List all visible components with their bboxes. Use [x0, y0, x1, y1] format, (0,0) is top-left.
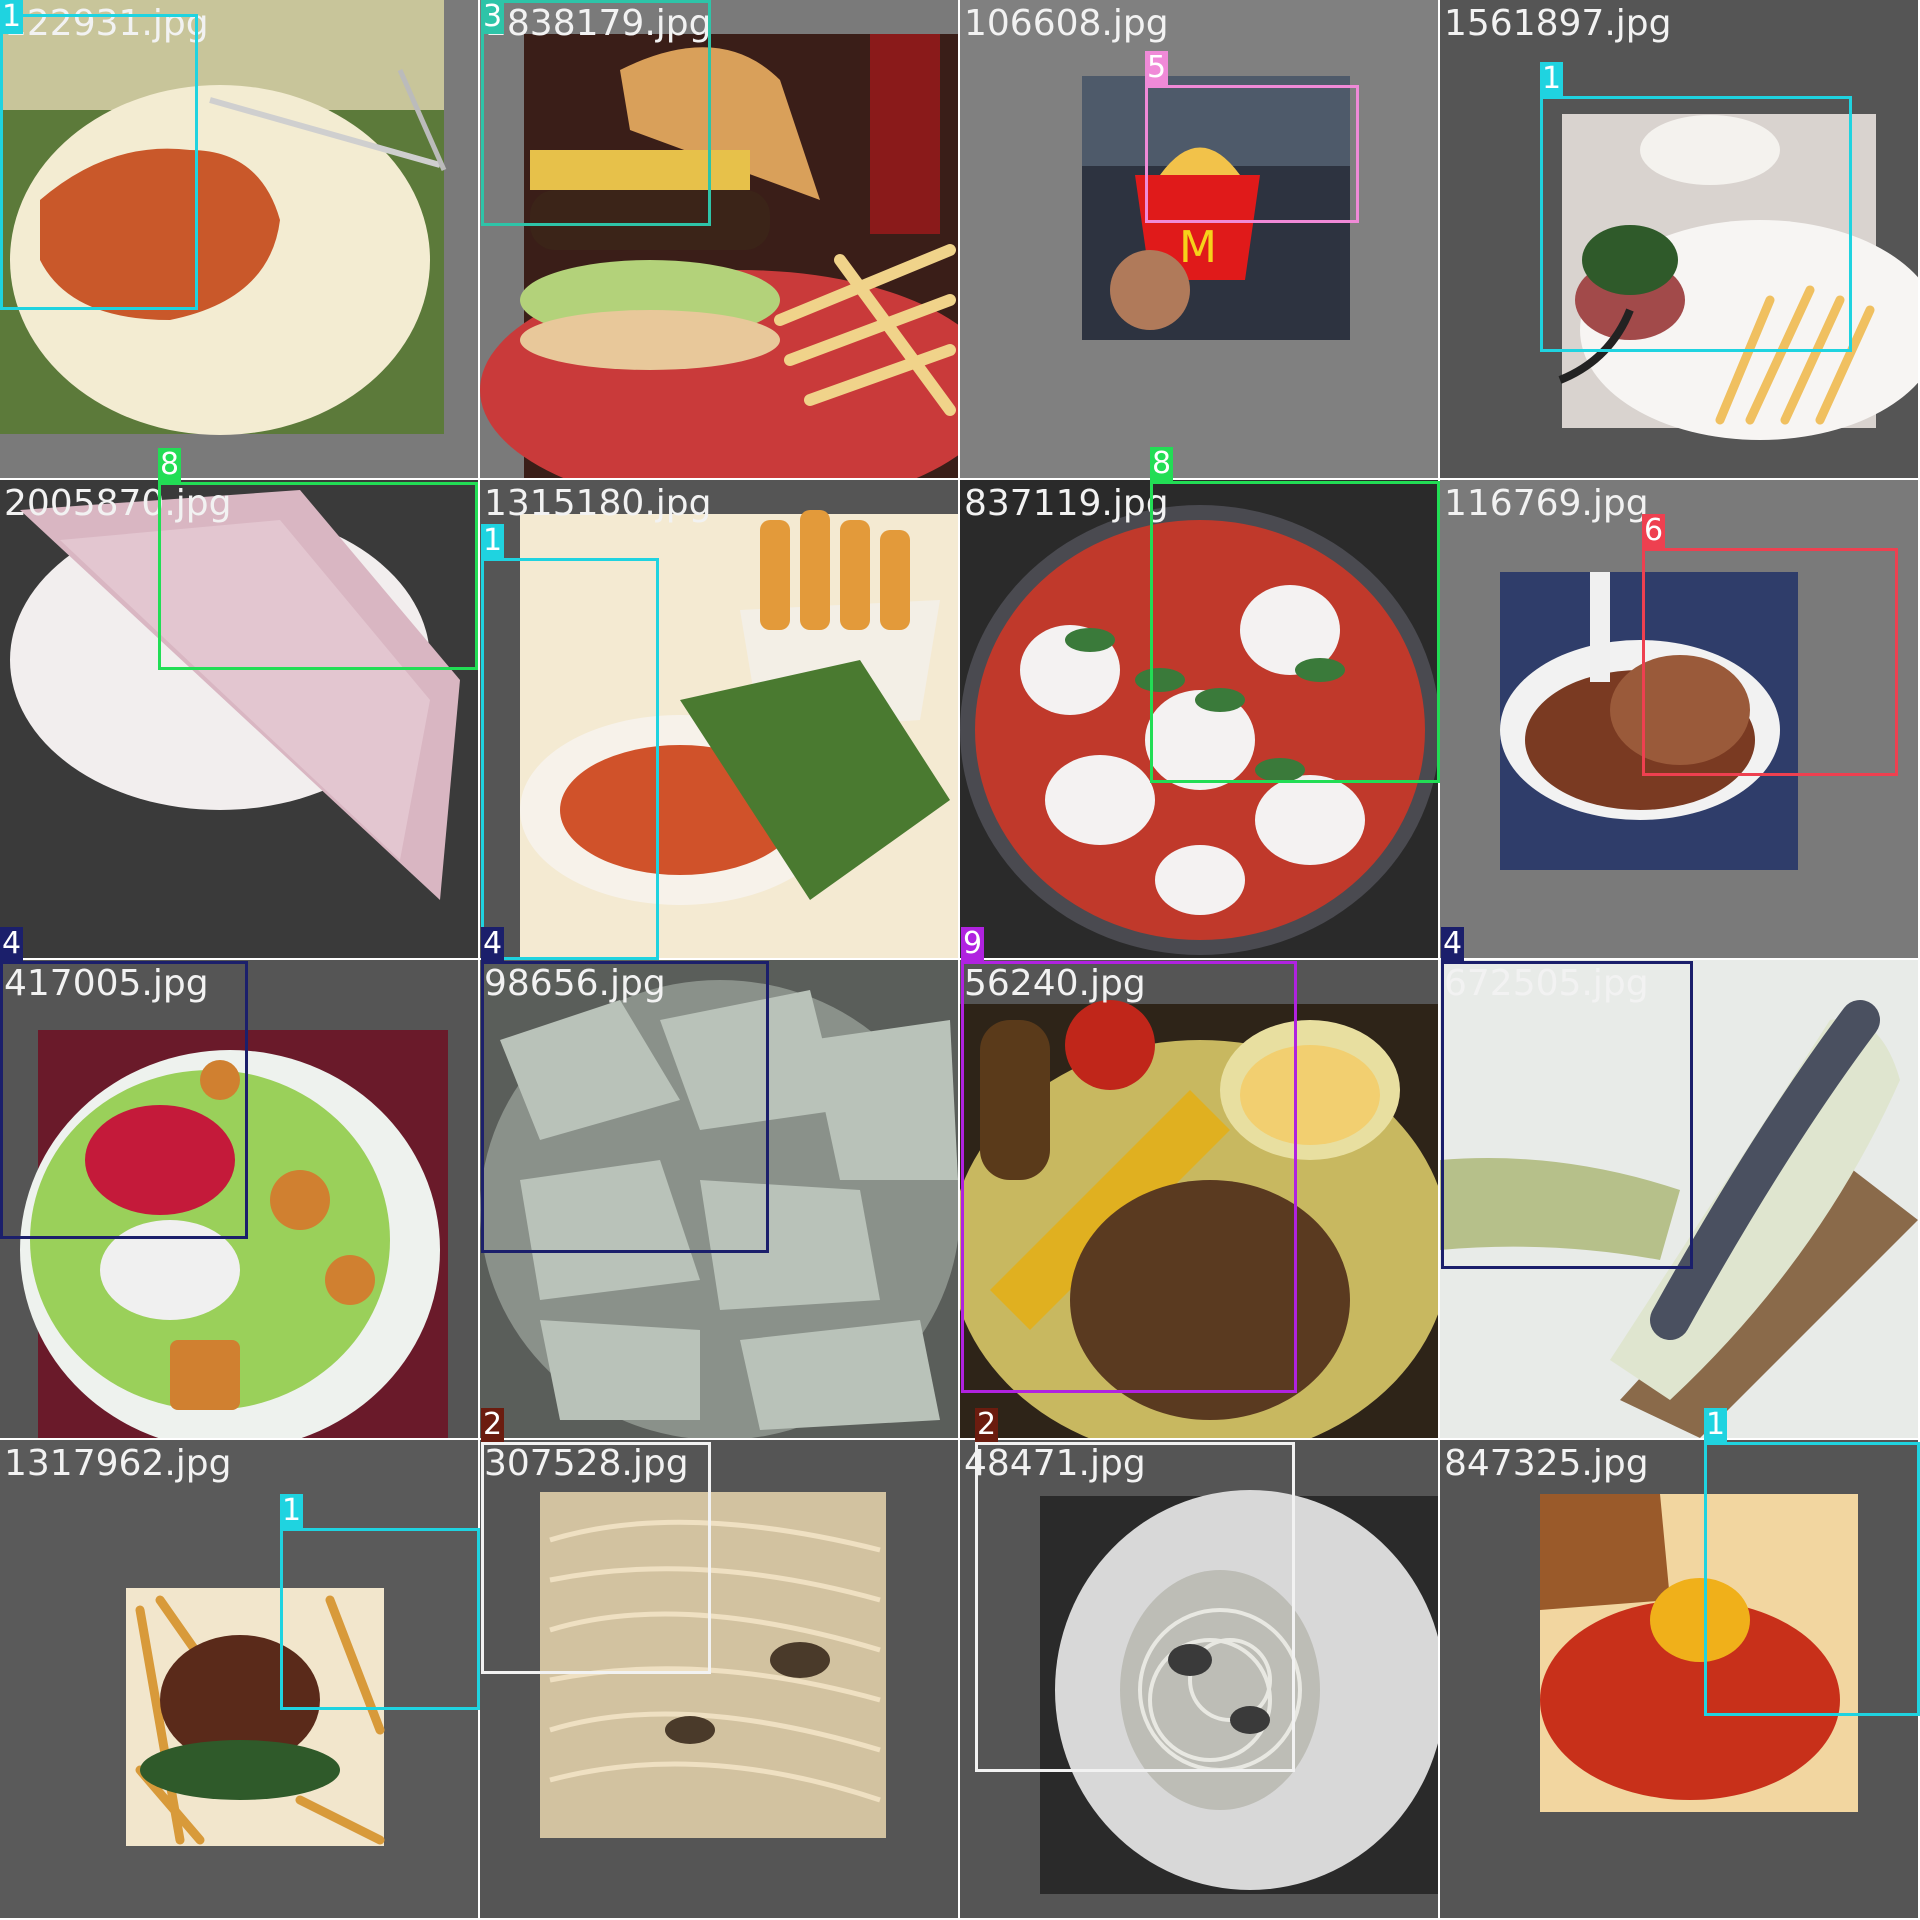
bbox-class-3	[481, 0, 711, 226]
bbox-class-1	[280, 1528, 480, 1710]
class-label-9: 9	[961, 926, 985, 961]
bbox-class-1	[1540, 96, 1852, 352]
bbox-class-6	[1642, 548, 1898, 776]
bbox-class-1	[0, 14, 198, 310]
bbox-class-5	[1145, 85, 1359, 223]
bbox-class-4	[481, 961, 769, 1253]
bbox-class-2	[975, 1442, 1295, 1772]
bbox-class-8	[158, 482, 478, 670]
class-label-4: 4	[1441, 926, 1465, 961]
class-label-1: 1	[1704, 1407, 1728, 1442]
class-label-3: 3	[481, 0, 505, 34]
bbox-class-9	[961, 961, 1297, 1393]
class-label-1: 1	[0, 0, 24, 34]
class-label-6: 6	[1642, 513, 1666, 548]
mosaic-grid: 122931.jpg 1838179.jpg M 106608.jpg 1561…	[0, 0, 1920, 1920]
filename: 1561897.jpg	[1444, 3, 1672, 44]
class-label-1: 1	[1540, 61, 1564, 96]
filename: 847325.jpg	[1444, 1443, 1649, 1484]
bbox-class-1	[1704, 1442, 1920, 1716]
filename: 1315180.jpg	[484, 483, 712, 524]
filename: 837119.jpg	[964, 483, 1169, 524]
class-label-2: 2	[481, 1407, 505, 1442]
bbox-class-2	[481, 1442, 711, 1674]
class-label-1: 1	[280, 1493, 304, 1528]
class-label-1: 1	[481, 523, 505, 558]
class-label-5: 5	[1145, 50, 1169, 85]
bbox-class-4	[0, 961, 248, 1239]
food-photo: M	[960, 0, 1438, 478]
filename: 1317962.jpg	[4, 1443, 232, 1484]
bbox-class-1	[481, 558, 659, 960]
class-label-8: 8	[158, 447, 182, 482]
tile-3: M 106608.jpg	[960, 0, 1438, 478]
class-label-8: 8	[1150, 446, 1174, 481]
filename: 106608.jpg	[964, 3, 1169, 44]
bbox-class-4	[1441, 961, 1693, 1269]
svg-text:M: M	[1179, 222, 1217, 273]
bbox-class-8	[1150, 481, 1440, 783]
filename: 116769.jpg	[1444, 483, 1649, 524]
class-label-4: 4	[0, 926, 24, 961]
class-label-4: 4	[481, 926, 505, 961]
class-label-2: 2	[975, 1407, 999, 1442]
